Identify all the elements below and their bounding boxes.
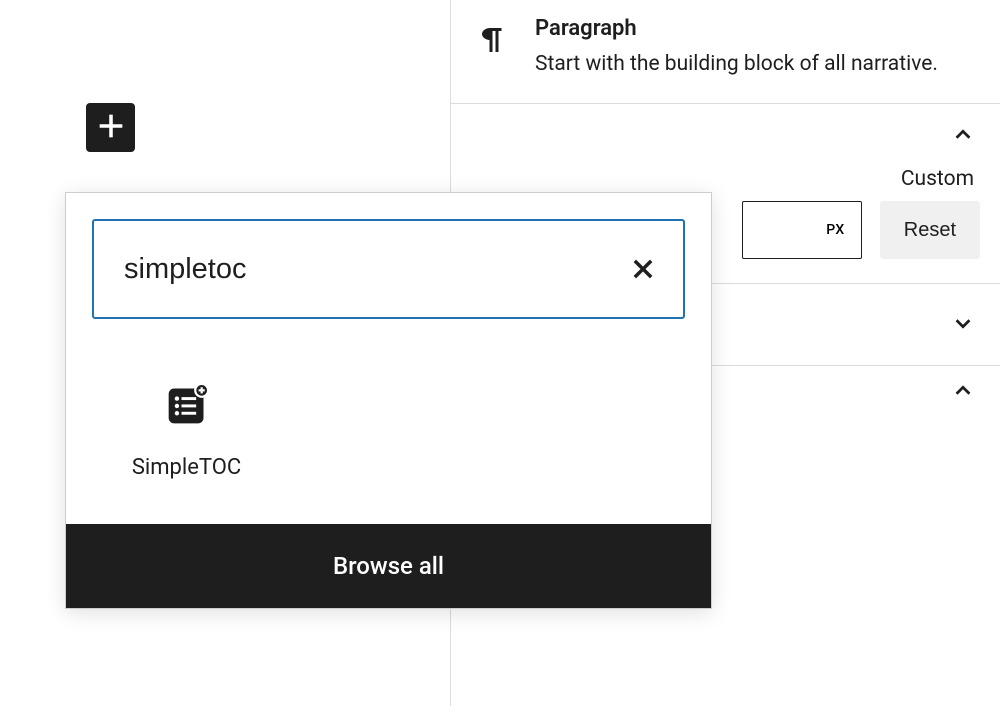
chevron-up-icon [952,380,974,406]
block-info-text: Paragraph Start with the building block … [535,16,980,79]
block-info-panel: Paragraph Start with the building block … [451,0,1000,104]
block-item-label: SimpleTOC [132,455,241,480]
unit-label: PX [826,222,845,238]
close-icon [629,255,657,283]
paragraph-icon [471,16,511,58]
search-box [92,219,685,319]
block-inserter-popover: SimpleTOC Browse all [65,192,712,609]
inserter-search-wrapper [66,193,711,329]
inserter-results: SimpleTOC [66,329,711,524]
font-size-input[interactable]: PX [742,201,862,259]
reset-button[interactable]: Reset [880,201,980,259]
block-title: Paragraph [535,16,980,41]
custom-size-label: Custom [901,167,974,191]
chevron-up-icon [952,124,974,151]
block-description: Start with the building block of all nar… [535,49,980,79]
browse-all-button[interactable]: Browse all [66,524,711,608]
add-block-button[interactable] [86,103,135,152]
typography-panel-toggle[interactable] [471,120,980,155]
search-input[interactable] [124,253,629,286]
clear-search-button[interactable] [629,255,657,283]
list-plus-icon [165,383,209,427]
block-item-simpletoc[interactable]: SimpleTOC [94,369,279,494]
chevron-down-icon [952,312,974,338]
plus-icon [94,109,128,147]
